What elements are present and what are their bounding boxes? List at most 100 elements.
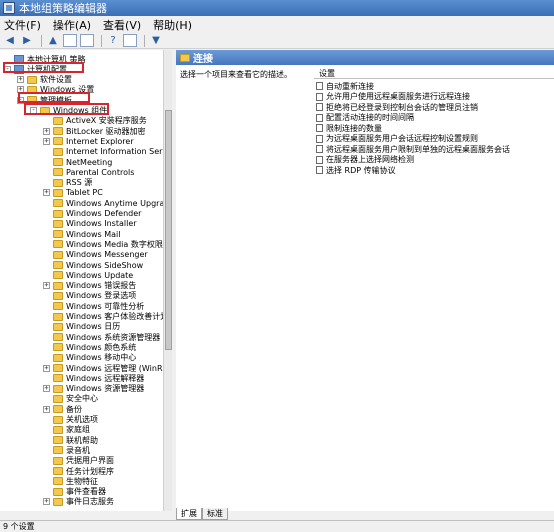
expand-icon[interactable]: + [43, 405, 50, 413]
tree-pane: 本地计算机 策略 - 计算机配置 + 软件设置 + Windows 设置 - 管理模板 - Wind… [0, 50, 172, 511]
policy-label: 允许用户使用远程桌面服务进行远程连接 [326, 92, 470, 101]
tree-item[interactable]: + Windows 错误报告 [43, 281, 136, 291]
tree-item[interactable]: 家庭组 [43, 425, 90, 435]
tree-scroll-thumb[interactable] [165, 110, 172, 350]
tree-item-label: Tablet PC [66, 188, 103, 198]
expand-icon[interactable]: + [43, 127, 50, 135]
expand-icon[interactable]: + [43, 189, 50, 197]
expand-icon[interactable]: + [43, 498, 50, 506]
folder-icon [53, 487, 63, 496]
menu-action[interactable]: 操作(A) [53, 17, 91, 33]
folder-icon [53, 343, 63, 352]
tree-item[interactable]: 凭据用户界面 [43, 456, 114, 466]
tree-item[interactable]: Windows 移动中心 [43, 353, 136, 363]
tree-item[interactable]: + 软件设置 [17, 75, 72, 85]
tree-item[interactable]: Windows 系统资源管理器 [43, 332, 160, 342]
expand-icon[interactable]: + [43, 364, 50, 372]
folder-icon [53, 261, 63, 269]
tree-item-label: 事件日志服务 [66, 497, 114, 507]
tree-item[interactable]: + Windows 远程管理 (WinRM) [43, 363, 171, 373]
expand-icon[interactable]: + [43, 282, 50, 290]
tree-item[interactable]: Internet Information Serv [43, 147, 167, 157]
tree-item[interactable]: NetMeeting [43, 157, 112, 167]
tree-scrollbar[interactable] [163, 50, 172, 511]
policy-row[interactable]: 选择 RDP 传输协议 [316, 165, 396, 175]
tree-item[interactable]: 录音机 [43, 445, 90, 455]
tab-standard[interactable]: 标准 [202, 508, 228, 520]
tree-item[interactable]: Windows SideShow [43, 260, 143, 270]
folder-icon [53, 312, 63, 321]
tree-item[interactable]: 关机选项 [43, 415, 98, 425]
folder-icon [180, 53, 190, 62]
tree-item[interactable]: ActiveX 安装程序服务 [43, 116, 147, 126]
tab-extended[interactable]: 扩展 [176, 508, 202, 520]
tree-item[interactable]: RSS 源 [43, 178, 92, 188]
policy-row[interactable]: 为远程桌面服务用户会话远程控制设置规则 [316, 134, 478, 144]
tree-item[interactable]: Parental Controls [43, 167, 134, 177]
tree-item[interactable]: 事件查看器 [43, 487, 106, 497]
tree-item-label: Windows Installer [66, 219, 137, 229]
tree-item[interactable]: Windows 客户体验改善计划 [43, 312, 168, 322]
tree-item[interactable]: + 事件日志服务 [43, 497, 114, 507]
tree-item[interactable]: Windows Update [43, 270, 133, 280]
policy-label: 在服务器上选择网络检测 [326, 155, 414, 164]
status-text: 9 个设置 [3, 522, 35, 531]
back-arrow-icon[interactable]: ◀ [3, 34, 17, 47]
policy-icon [316, 145, 323, 153]
menu-view[interactable]: 查看(V) [103, 17, 141, 33]
tree-item[interactable]: + Tablet PC [43, 188, 103, 198]
policy-row[interactable]: 拒绝将已经登录到控制台会话的管理员注销 [316, 102, 478, 112]
folder-icon [53, 147, 63, 156]
tree-item[interactable]: Windows Messenger [43, 250, 148, 260]
policy-row[interactable]: 限制连接的数量 [316, 123, 382, 133]
tree-item[interactable]: + BitLocker 驱动器加密 [43, 126, 146, 136]
policy-row[interactable]: 自动重新连接 [316, 81, 374, 91]
folder-icon [53, 374, 63, 383]
policy-row[interactable]: 允许用户使用远程桌面服务进行远程连接 [316, 92, 470, 102]
tree-item[interactable]: Windows 颜色系统 [43, 342, 136, 352]
menu-help[interactable]: 帮助(H) [153, 17, 192, 33]
tree-item[interactable]: Windows 登录选项 [43, 291, 136, 301]
tree-item[interactable]: Windows 日历 [43, 322, 120, 332]
folder-icon [53, 467, 63, 475]
tree-item[interactable]: Windows 远程解释器 [43, 373, 144, 383]
tree-item[interactable]: Windows Anytime Upgrade [43, 198, 172, 208]
tree-item[interactable]: Windows Defender [43, 209, 141, 219]
folder-icon [53, 127, 63, 136]
folder-icon [53, 333, 63, 342]
tree-item[interactable]: Windows Mail [43, 229, 121, 239]
toolbar-divider [101, 34, 102, 47]
forward-arrow-icon[interactable]: ▶ [20, 34, 34, 47]
policy-icon [316, 113, 323, 122]
help-icon[interactable]: ? [106, 34, 120, 47]
tree-item[interactable]: Windows Media 数字权限管理 [43, 239, 171, 249]
tree-item[interactable]: Windows Installer [43, 219, 137, 229]
tree-item-label: Windows Messenger [66, 250, 148, 260]
tree-item[interactable]: Windows 可靠性分析 [43, 301, 144, 311]
tree-item[interactable]: 生物特征 [43, 476, 98, 486]
tree-item[interactable]: + 备份 [43, 404, 82, 414]
policy-row[interactable]: 配置活动连接的时间间隔 [316, 113, 414, 123]
expand-icon[interactable]: + [17, 76, 24, 84]
tree-item[interactable]: + Internet Explorer [43, 136, 134, 146]
tree-item[interactable]: 安全中心 [43, 394, 98, 404]
policy-icon [316, 166, 323, 174]
folder-icon [53, 188, 63, 197]
expand-icon[interactable]: + [43, 385, 50, 393]
tree-item-label: Windows Anytime Upgrade [66, 198, 172, 208]
folder-icon [53, 116, 63, 125]
tree-item[interactable]: 联机帮助 [43, 435, 98, 445]
expand-icon[interactable]: + [43, 137, 50, 145]
policy-label: 自动重新连接 [326, 81, 374, 91]
policy-row[interactable]: 在服务器上选择网络检测 [316, 155, 414, 165]
tree-item[interactable]: + Windows 资源管理器 [43, 384, 144, 394]
export-list-icon[interactable] [80, 34, 94, 47]
filter-icon[interactable]: ▼ [149, 34, 163, 47]
tree-item[interactable]: 任务计划程序 [43, 466, 114, 476]
up-folder-icon[interactable]: ▲ [46, 34, 60, 47]
menu-file[interactable]: 文件(F) [4, 17, 41, 33]
policy-row[interactable]: 将远程桌面服务用户限制到单独的远程桌面服务会话 [316, 144, 510, 154]
show-hide-tree-icon[interactable] [63, 34, 77, 47]
properties-icon[interactable] [123, 34, 137, 47]
column-header-settings[interactable]: 设置 [314, 68, 554, 79]
